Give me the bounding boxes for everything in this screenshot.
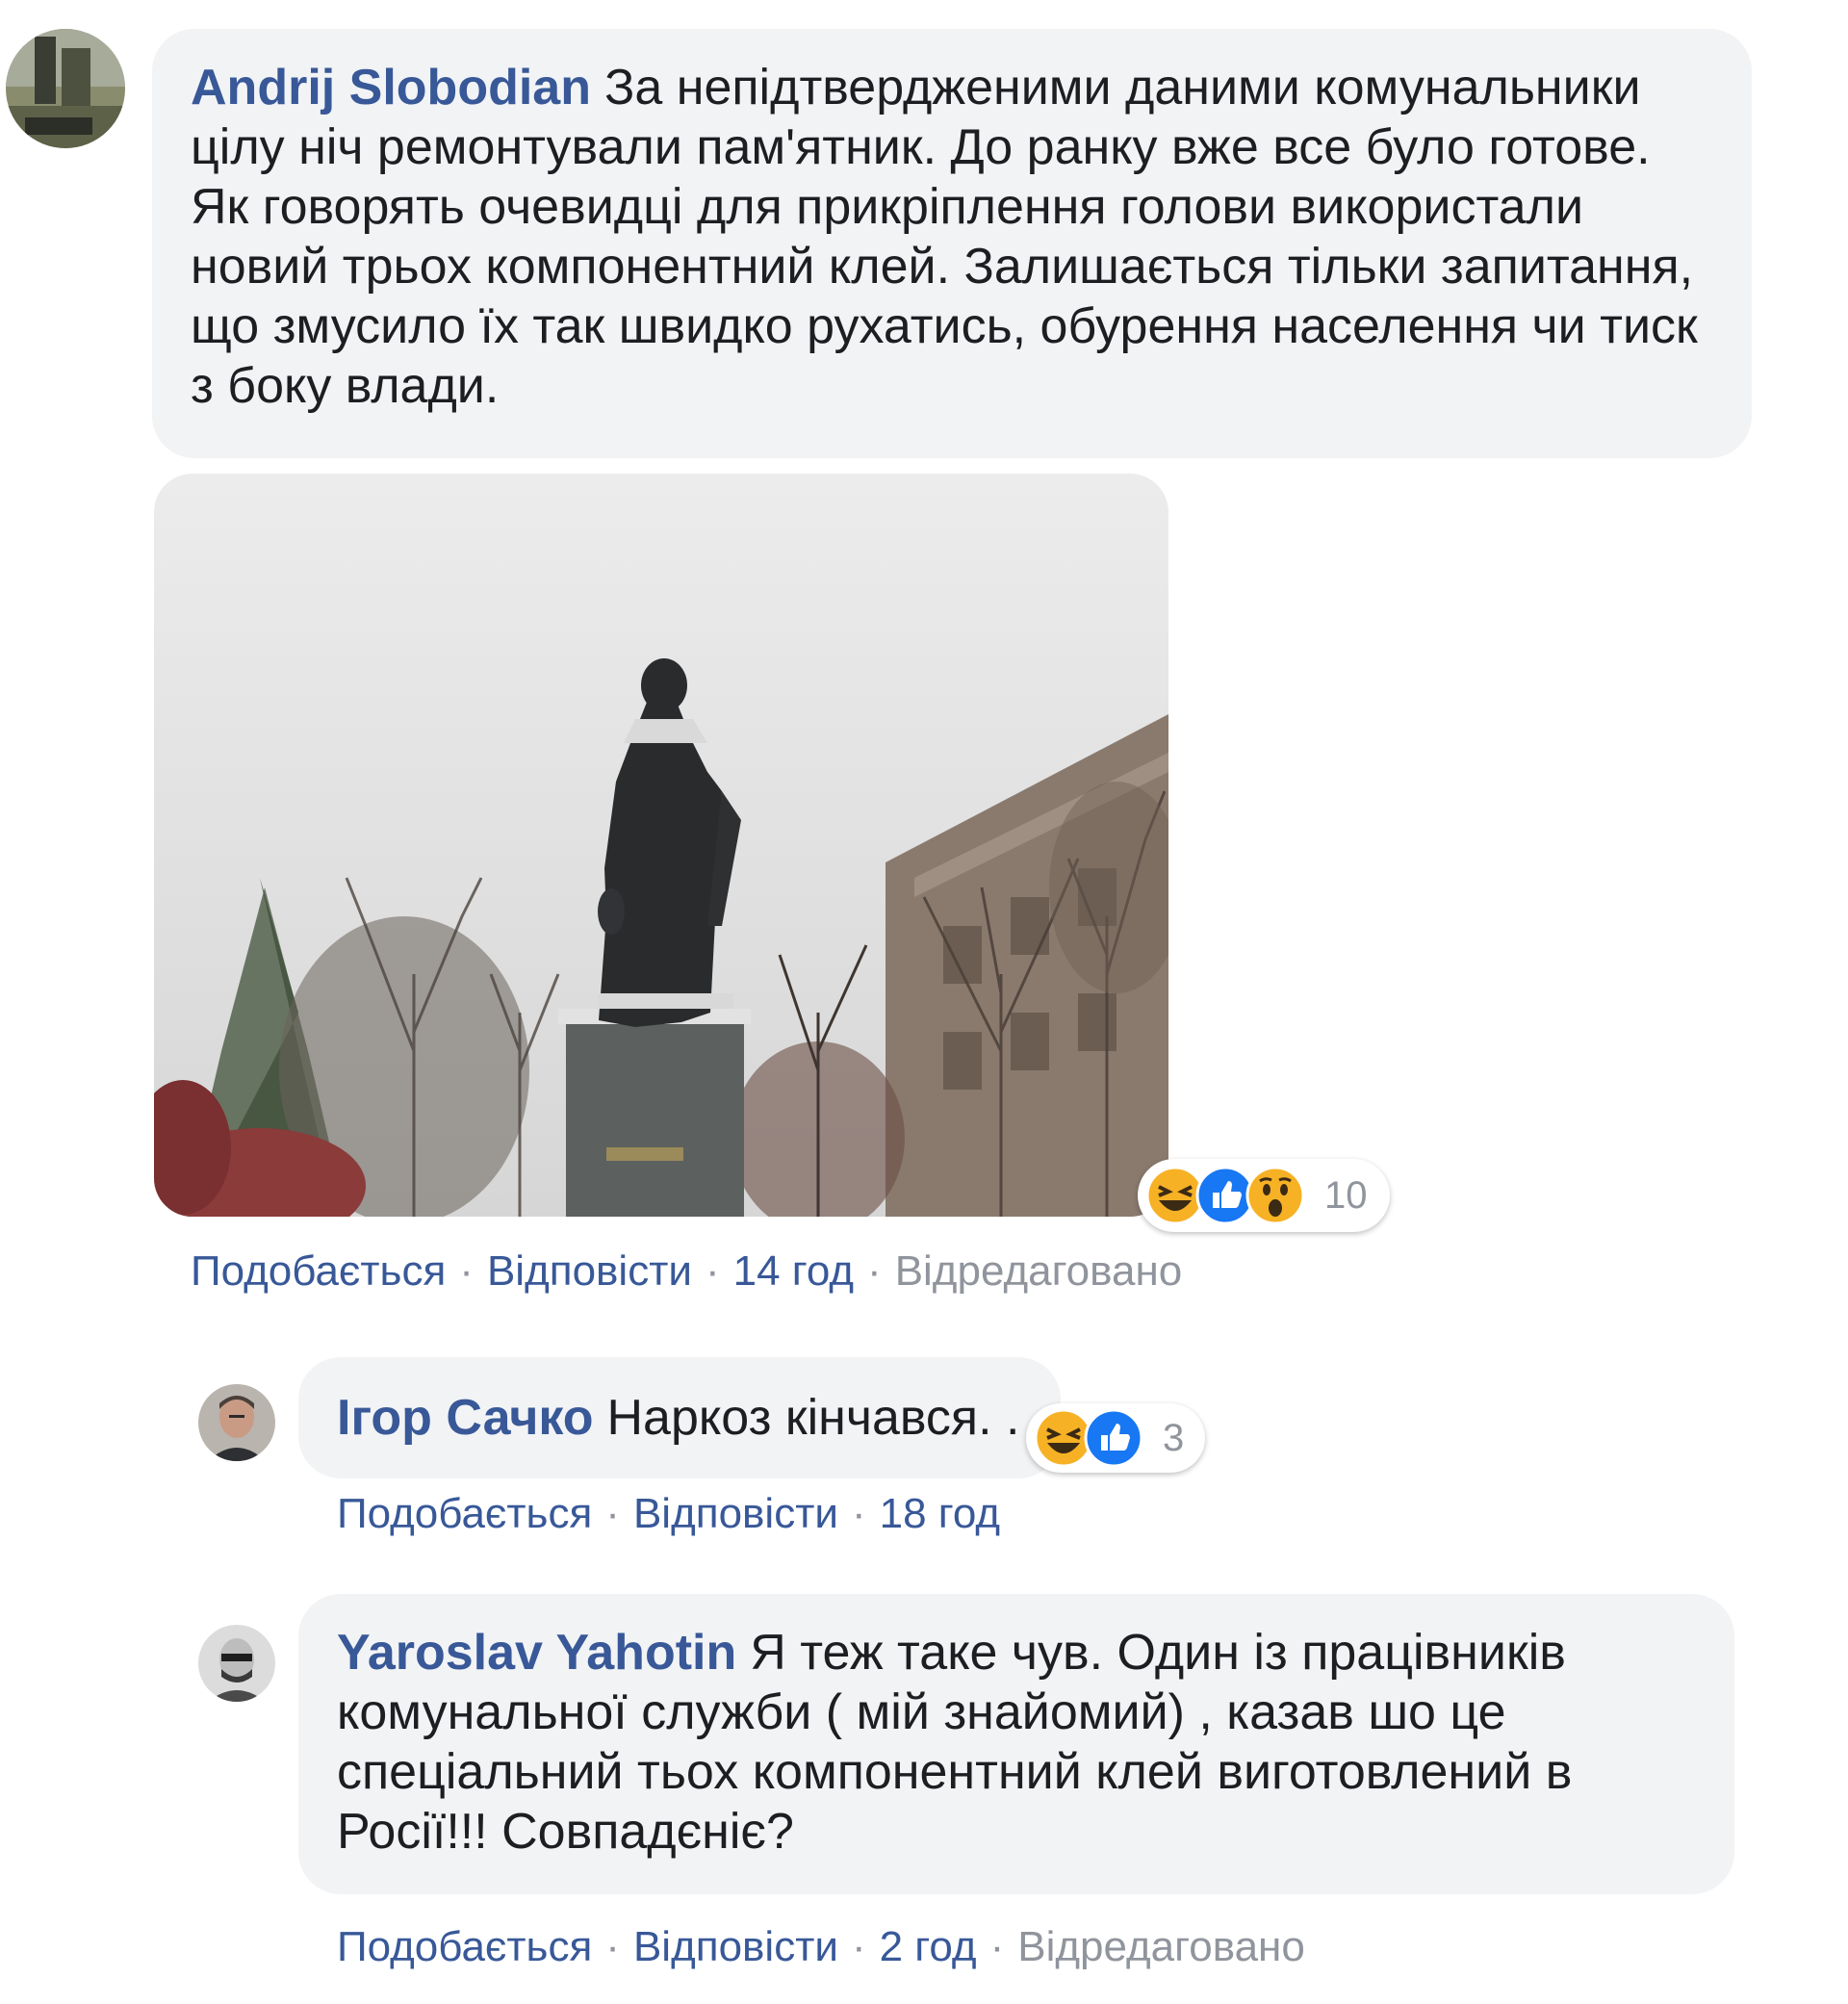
comment-actions: Подобається · Відповісти · 14 год · Відредагов… <box>191 1247 1182 1296</box>
avatar-yaroslav-yahotin[interactable] <box>198 1625 275 1702</box>
like-link[interactable]: Подобається <box>337 1923 592 1970</box>
reply-link[interactable]: Відповісти <box>633 1490 838 1537</box>
separator-dot: · <box>851 1490 866 1537</box>
comment-text: Наркоз кінчався. . <box>606 1390 1020 1446</box>
comment-bubble: Ігор Сачко Наркоз кінчався. . <box>298 1357 1061 1478</box>
comment-bubble: Andrij Slobodian За непідтвердженими дани… <box>152 29 1752 458</box>
separator-dot: · <box>851 1923 866 1970</box>
reactions-summary[interactable]: 3 <box>1026 1403 1205 1473</box>
comment-text-container: Andrij Slobodian За непідтвердженими дани… <box>191 58 1713 416</box>
comment-text-container: Ігор Сачко Наркоз кінчався. . <box>337 1388 1022 1448</box>
comment-author[interactable]: Yaroslav Yahotin <box>337 1625 736 1681</box>
comment-photo-monument[interactable] <box>154 474 1168 1217</box>
separator-dot: · <box>605 1923 620 1970</box>
comment-author[interactable]: Andrij Slobodian <box>191 60 591 116</box>
profile-photo <box>198 1384 275 1461</box>
comment-author[interactable]: Ігор Сачко <box>337 1390 594 1446</box>
separator-dot: · <box>867 1247 882 1295</box>
reply-link[interactable]: Відповісти <box>487 1247 692 1295</box>
separator-dot: · <box>605 1490 620 1537</box>
avatar-igor-sachko[interactable] <box>198 1384 275 1461</box>
timestamp-link[interactable]: 18 год <box>880 1490 1000 1537</box>
separator-dot: · <box>459 1247 474 1295</box>
comment-bubble: Yaroslav Yahotin Я теж таке чув. Один із … <box>298 1594 1734 1894</box>
comment-actions: Подобається · Відповісти · 18 год <box>337 1490 1000 1538</box>
comment-text-container: Yaroslav Yahotin Я теж таке чув. Один із … <box>337 1623 1696 1862</box>
profile-photo <box>198 1625 275 1702</box>
edited-label[interactable]: Відредаговано <box>895 1247 1183 1295</box>
like-icon <box>1084 1408 1143 1468</box>
like-link[interactable]: Подобається <box>191 1247 446 1295</box>
timestamp-link[interactable]: 14 год <box>733 1247 854 1295</box>
wow-icon <box>1245 1166 1305 1225</box>
comment-actions: Подобається · Відповісти · 2 год · Відредагова… <box>337 1923 1305 1971</box>
reactions-summary[interactable]: 10 <box>1138 1159 1390 1232</box>
profile-photo <box>6 29 125 148</box>
separator-dot: · <box>989 1923 1005 1970</box>
monument-photo <box>154 474 1168 1217</box>
separator-dot: · <box>705 1247 720 1295</box>
reaction-count: 10 <box>1324 1173 1368 1217</box>
reaction-count: 3 <box>1163 1416 1185 1459</box>
like-link[interactable]: Подобається <box>337 1490 592 1537</box>
reply-link[interactable]: Відповісти <box>633 1923 838 1970</box>
timestamp-link[interactable]: 2 год <box>880 1923 977 1970</box>
avatar-andrij-slobodian[interactable] <box>6 29 125 148</box>
edited-label[interactable]: Відредаговано <box>1017 1923 1305 1970</box>
